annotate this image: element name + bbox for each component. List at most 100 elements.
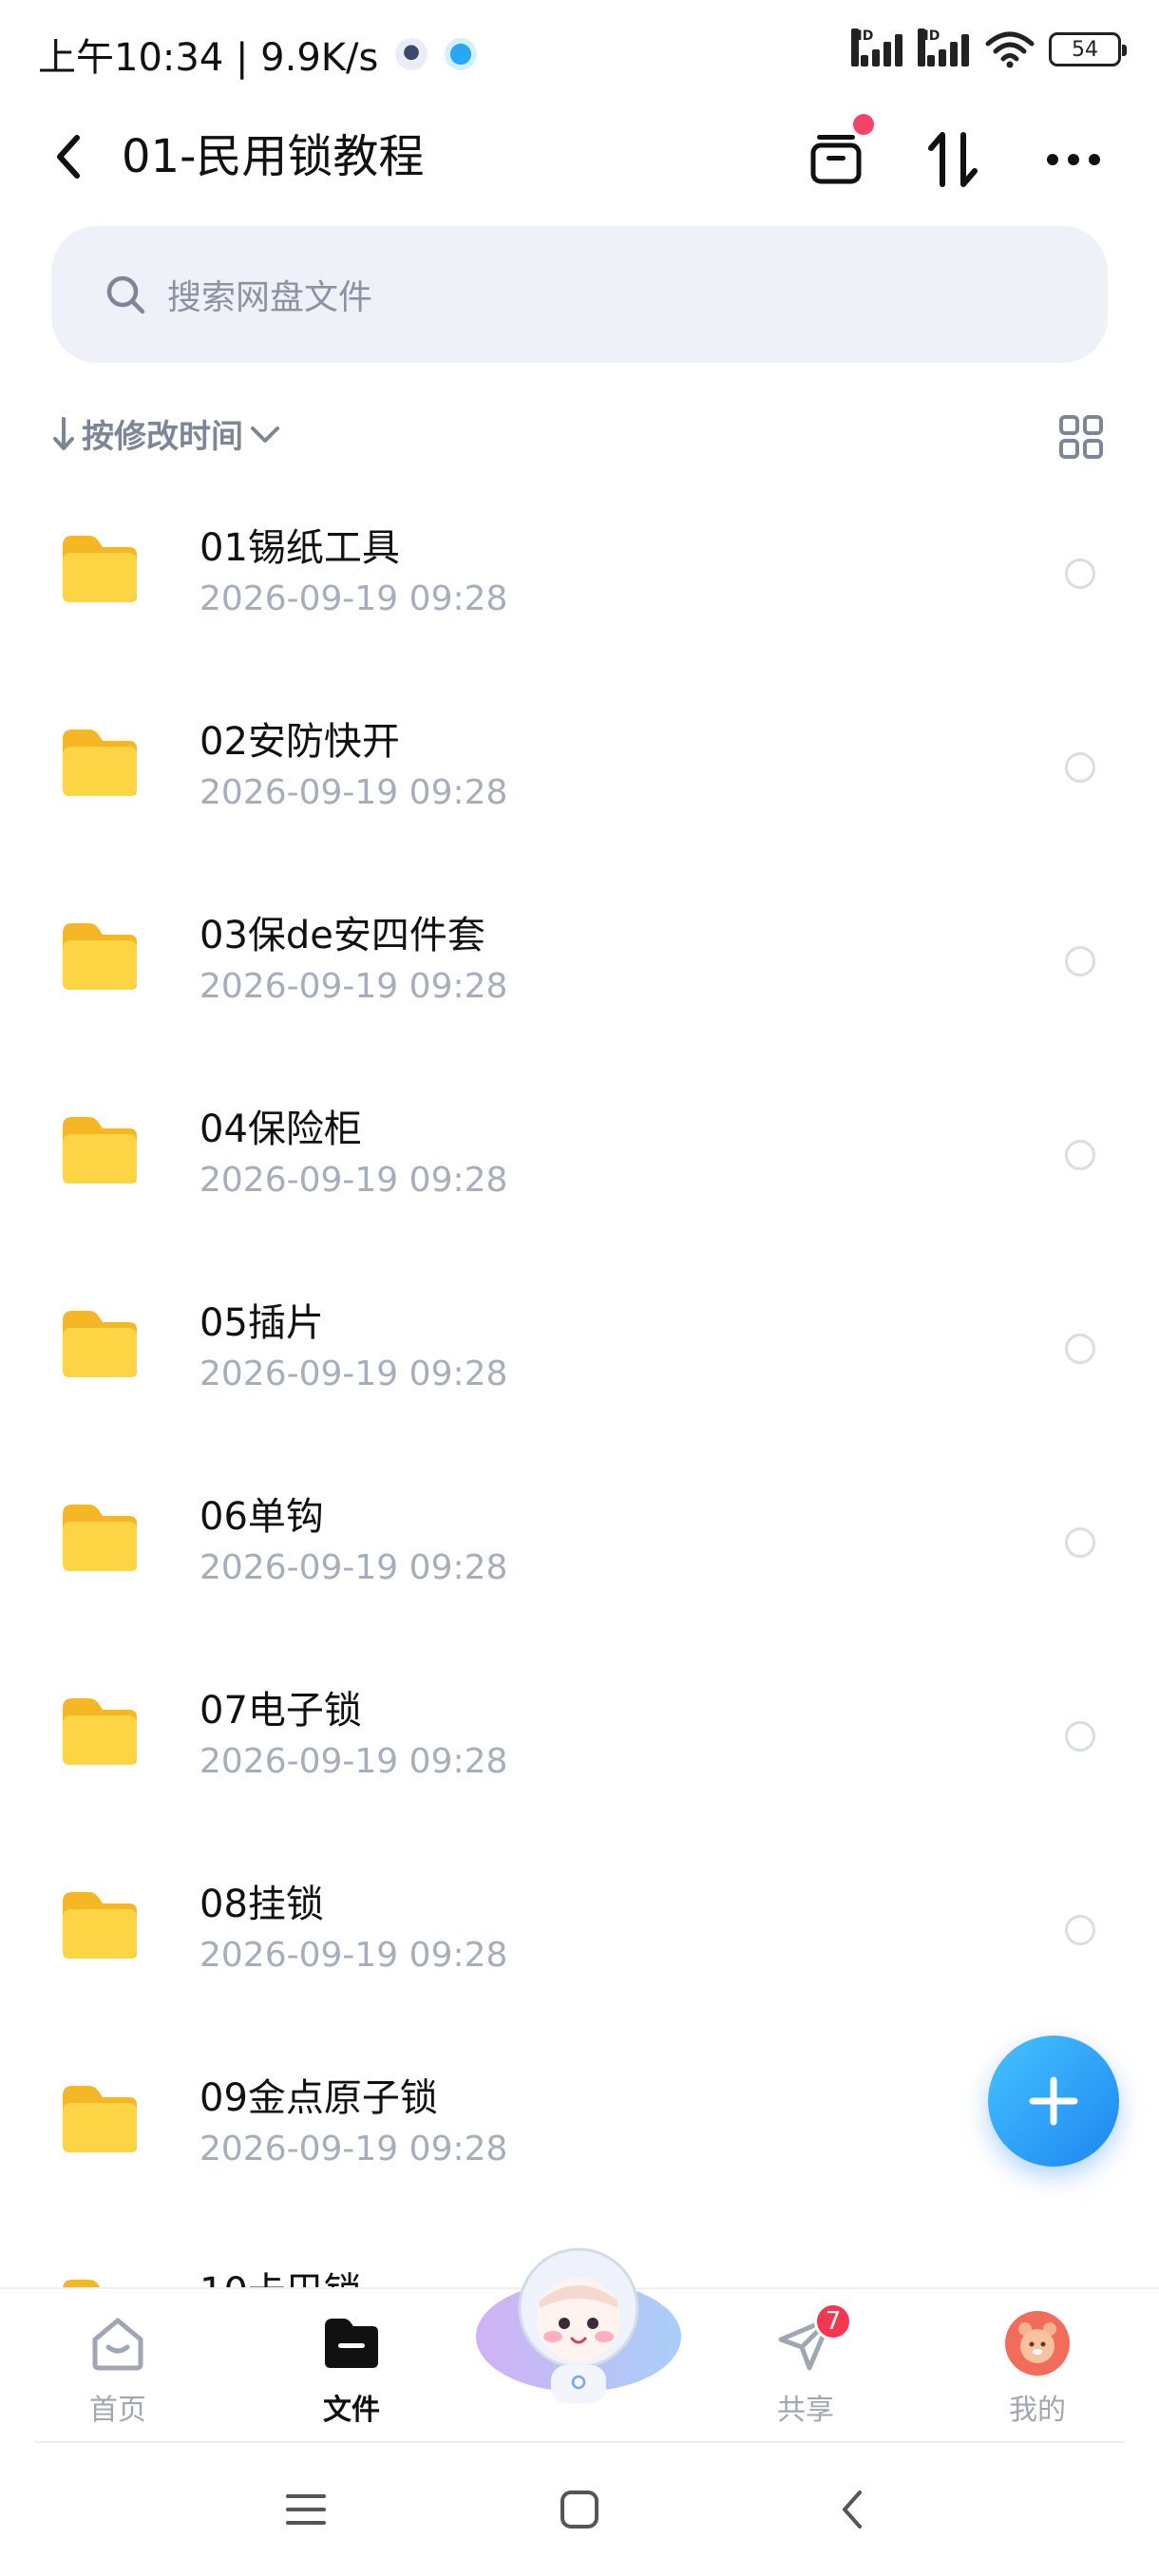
- app-notification-icon: [395, 38, 428, 70]
- list-item[interactable]: 02安防快开 2026-09-19 09:28: [0, 669, 1159, 862]
- list-item[interactable]: 09金点原子锁 2026-09-19 09:28: [0, 2025, 1159, 2219]
- recent-apps-button[interactable]: [268, 2472, 344, 2548]
- list-item[interactable]: 01锡纸工具 2026-09-19 09:28: [0, 475, 1159, 669]
- file-date: 2026-09-19 09:28: [200, 2130, 508, 2169]
- file-date: 2026-09-19 09:28: [200, 1742, 508, 1781]
- file-name: 03保de安四件套: [200, 914, 485, 957]
- file-name: 10卡巴锁: [200, 2261, 362, 2289]
- folder-icon: [63, 1505, 137, 1571]
- back-system-button[interactable]: [813, 2472, 889, 2548]
- tab-home[interactable]: 首页: [32, 2297, 203, 2430]
- select-checkbox[interactable]: [1065, 946, 1095, 976]
- app-screen: 上午10:34 | 9.9K/s HD HD 54 01-民用锁教程 搜索网盘文…: [0, 0, 1159, 2576]
- file-list: 01锡纸工具 2026-09-19 09:28 02安防快开 2026-09-1…: [0, 475, 1159, 2289]
- status-right: HD HD 54: [851, 28, 1127, 70]
- chevron-left-icon: [57, 135, 80, 179]
- status-time-speed: 上午10:34 | 9.9K/s: [38, 36, 379, 80]
- transfer-list-button[interactable]: [798, 114, 874, 198]
- file-name: 07电子锁: [200, 1689, 362, 1733]
- chevron-down-icon: [251, 426, 279, 443]
- wifi-icon: [985, 31, 1035, 68]
- grid-view-button[interactable]: [1058, 414, 1104, 460]
- add-button[interactable]: [988, 2036, 1119, 2167]
- paper-plane-icon: 7: [770, 2302, 852, 2378]
- select-checkbox[interactable]: [1065, 1527, 1095, 1558]
- select-checkbox[interactable]: [1065, 559, 1095, 589]
- list-item[interactable]: 08挂锁 2026-09-19 09:28: [0, 1831, 1159, 2025]
- sort-label: 按修改时间: [82, 418, 243, 456]
- folder-icon: [63, 923, 137, 990]
- folder-icon: [63, 1311, 137, 1377]
- folder-icon: [63, 1892, 137, 1959]
- status-bar: 上午10:34 | 9.9K/s HD HD 54: [0, 0, 1159, 104]
- more-button[interactable]: [1036, 122, 1112, 198]
- list-item[interactable]: 06单钩 2026-09-19 09:28: [0, 1444, 1159, 1638]
- share-badge: 7: [814, 2302, 852, 2340]
- home-system-button[interactable]: [542, 2472, 618, 2548]
- arrow-down-icon: [53, 416, 74, 450]
- file-date: 2026-09-19 09:28: [200, 967, 508, 1006]
- file-name: 05插片: [200, 1301, 324, 1345]
- select-checkbox[interactable]: [1065, 1721, 1095, 1752]
- select-checkbox[interactable]: [1065, 752, 1095, 783]
- tab-home-label: 首页: [89, 2394, 146, 2427]
- battery-icon: 54: [1049, 32, 1127, 66]
- signal-icon: HD: [851, 28, 904, 70]
- folder-icon: [63, 2086, 137, 2152]
- folder-icon: [63, 1117, 137, 1184]
- page-title: 01-民用锁教程: [122, 130, 425, 183]
- tab-files[interactable]: 文件: [266, 2297, 437, 2430]
- tab-share[interactable]: 7 共享: [720, 2297, 891, 2430]
- notification-dot: [853, 114, 874, 135]
- plus-icon: [1029, 2076, 1078, 2126]
- back-button[interactable]: [42, 125, 95, 188]
- system-nav-bar: [0, 2443, 1159, 2576]
- file-name: 09金点原子锁: [200, 2076, 438, 2120]
- sort-row: 按修改时间: [51, 410, 1108, 467]
- list-item[interactable]: 04保险柜 2026-09-19 09:28: [0, 1056, 1159, 1250]
- list-item[interactable]: 05插片 2026-09-19 09:28: [0, 1250, 1159, 1444]
- tab-files-label: 文件: [323, 2394, 380, 2427]
- file-date: 2026-09-19 09:28: [200, 773, 508, 812]
- file-date: 2026-09-19 09:28: [200, 1354, 508, 1393]
- status-left: 上午10:34 | 9.9K/s: [38, 27, 478, 82]
- folder-tab-icon: [316, 2308, 387, 2378]
- file-name: 01锡纸工具: [200, 526, 400, 570]
- sort-by-modified-button[interactable]: 按修改时间: [51, 410, 281, 457]
- battery-level: 54: [1072, 37, 1098, 62]
- folder-icon: [63, 1698, 137, 1765]
- folder-icon: [63, 536, 137, 602]
- search-input[interactable]: 搜索网盘文件: [51, 226, 1108, 363]
- file-date: 2026-09-19 09:28: [200, 1161, 508, 1200]
- tab-me[interactable]: 我的: [952, 2297, 1123, 2430]
- select-checkbox[interactable]: [1065, 1334, 1095, 1364]
- home-icon: [83, 2308, 153, 2378]
- tab-me-label: 我的: [1009, 2394, 1066, 2427]
- signal-icon-2: HD: [918, 28, 971, 70]
- folder-icon: [63, 729, 137, 796]
- file-date: 2026-09-19 09:28: [200, 1936, 508, 1975]
- list-item[interactable]: 07电子锁 2026-09-19 09:28: [0, 1638, 1159, 1831]
- list-item[interactable]: 03保de安四件套 2026-09-19 09:28: [0, 862, 1159, 1056]
- search-placeholder: 搜索网盘文件: [167, 278, 373, 317]
- inbox-tray-icon: [810, 135, 862, 184]
- sort-order-button[interactable]: [916, 122, 992, 198]
- search-icon: [106, 275, 145, 314]
- grid-icon: [1059, 415, 1103, 459]
- swap-vertical-icon: [928, 132, 978, 187]
- select-checkbox[interactable]: [1065, 1140, 1095, 1170]
- file-name: 02安防快开: [200, 720, 400, 764]
- select-checkbox[interactable]: [1065, 1915, 1095, 1945]
- upload-notification-icon: [445, 38, 478, 70]
- chevron-left-icon: [843, 2491, 862, 2529]
- file-date: 2026-09-19 09:28: [200, 579, 508, 618]
- avatar: [1002, 2308, 1073, 2378]
- file-name: 08挂锁: [200, 1883, 324, 1926]
- file-date: 2026-09-19 09:28: [200, 1548, 508, 1587]
- file-name: 06单钩: [200, 1495, 324, 1539]
- ai-assistant-button[interactable]: [473, 2232, 684, 2413]
- tab-share-label: 共享: [777, 2394, 834, 2427]
- more-dots-icon: [1047, 154, 1100, 165]
- menu-icon: [286, 2494, 326, 2525]
- file-name: 04保险柜: [200, 1108, 362, 1151]
